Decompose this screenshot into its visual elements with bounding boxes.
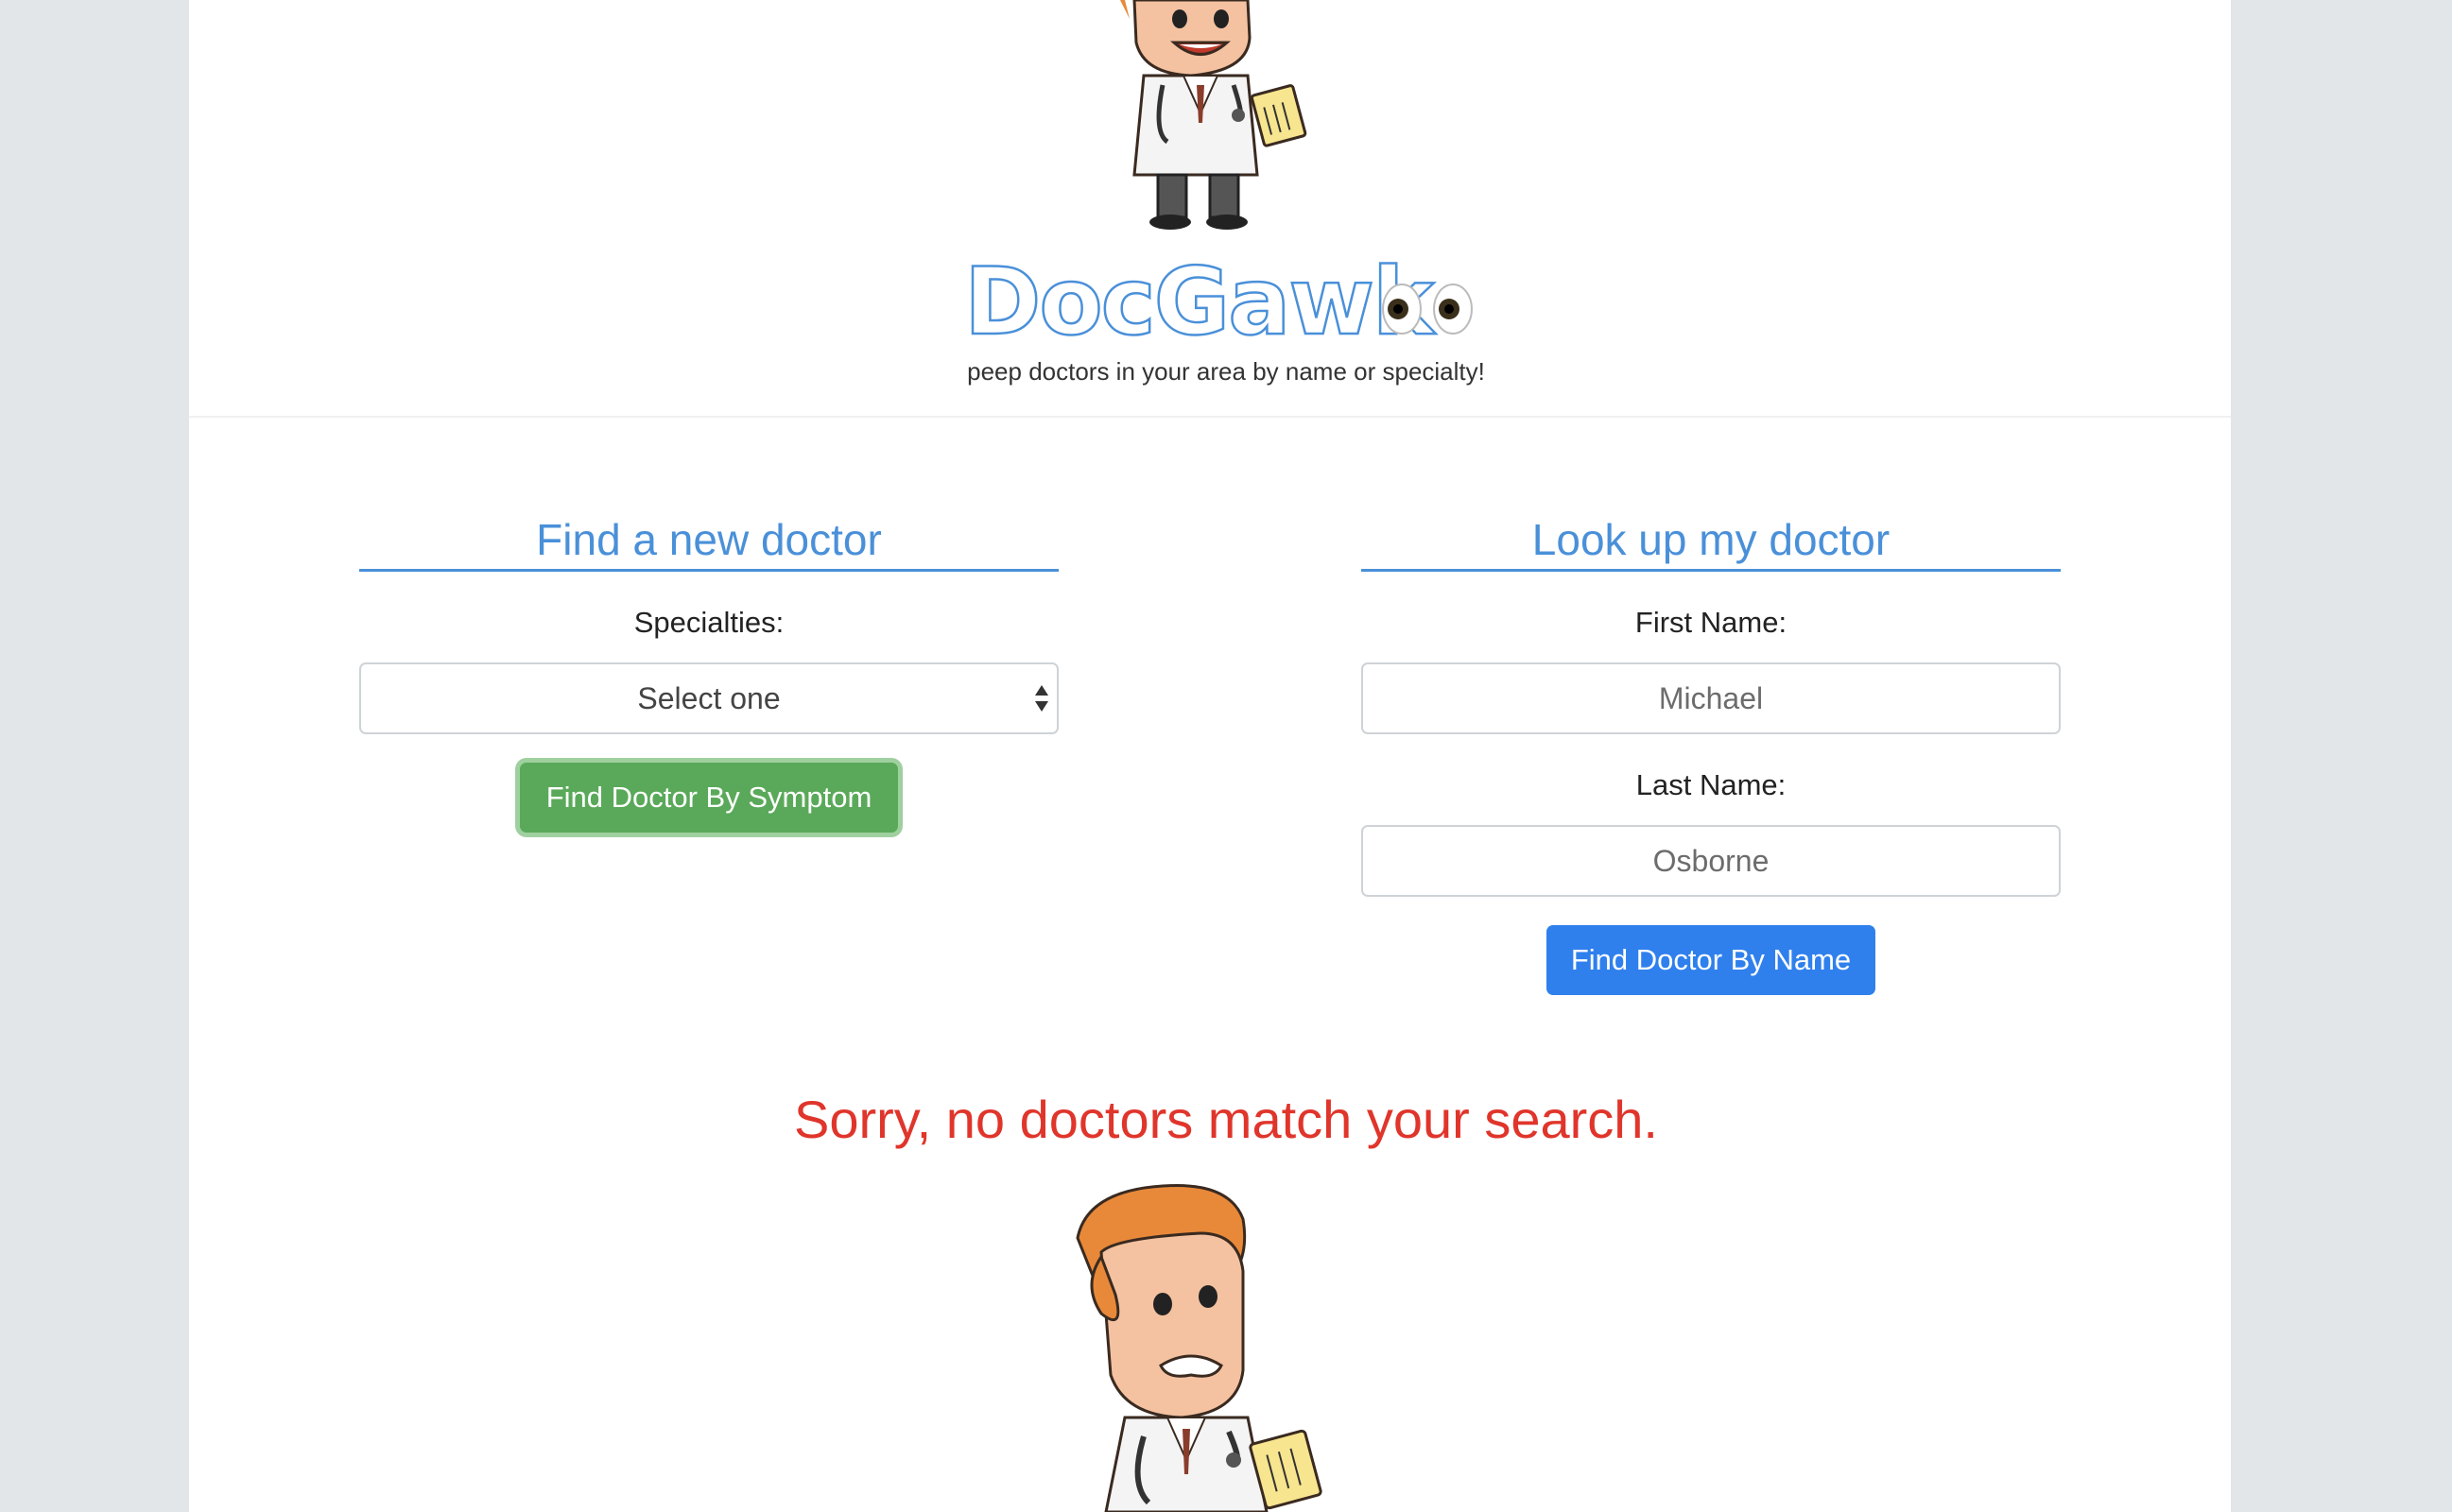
find-by-symptom-button[interactable]: Find Doctor By Symptom [519, 763, 899, 833]
doctor-mascot-happy-icon [1120, 0, 1307, 230]
last-name-label: Last Name: [1635, 768, 1787, 801]
specialties-select[interactable]: Select one [359, 662, 1059, 734]
eyes-icon [1382, 284, 1473, 335]
last-name-input[interactable]: Osborne [1361, 825, 2061, 897]
header-divider [189, 416, 2231, 418]
specialties-select-value: Select one [637, 681, 781, 715]
doctor-mascot-worried-icon [1076, 1183, 1322, 1512]
name-search-section: Look up my doctor First Name: Michael La… [1361, 510, 2061, 995]
find-by-name-button[interactable]: Find Doctor By Name [1545, 925, 1876, 995]
first-name-label: First Name: [1634, 606, 1787, 639]
specialty-search-section: Find a new doctor Specialties: Select on… [359, 510, 1059, 833]
logo: DocGawk [963, 249, 1475, 356]
logo-text: DocGawk [963, 249, 1436, 356]
specialty-search-title: Find a new doctor [359, 510, 1059, 572]
no-results-message: Sorry, no doctors match your search. [794, 1090, 1658, 1149]
first-name-input[interactable]: Michael [1361, 662, 2061, 734]
tagline: peep doctors in your area by name or spe… [967, 357, 1485, 386]
specialties-label: Specialties: [633, 606, 785, 639]
select-arrows-icon [1035, 685, 1048, 712]
name-search-title: Look up my doctor [1361, 510, 2061, 572]
